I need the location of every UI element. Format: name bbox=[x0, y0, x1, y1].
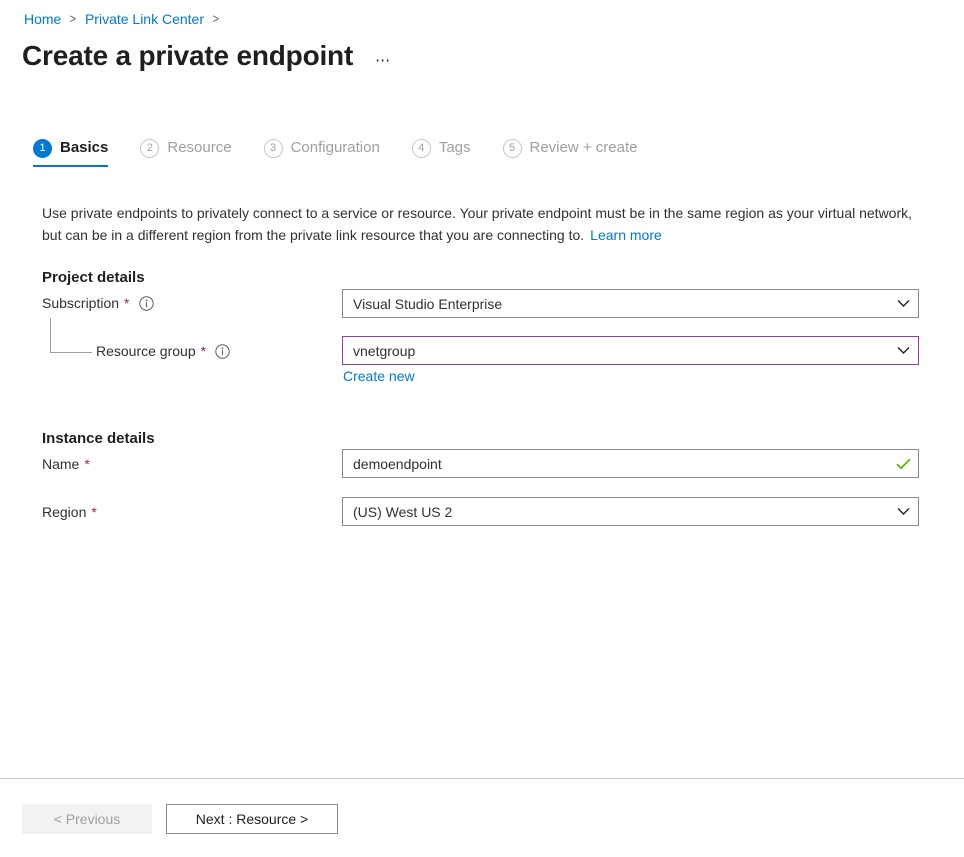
tab-basics[interactable]: 1 Basics bbox=[33, 138, 108, 167]
footer-buttons: < Previous Next : Resource > bbox=[22, 804, 352, 834]
required-marker: * bbox=[124, 296, 129, 310]
tab-configuration[interactable]: 3 Configuration bbox=[264, 138, 380, 167]
tab-tags[interactable]: 4 Tags bbox=[412, 138, 471, 167]
tab-resource[interactable]: 2 Resource bbox=[140, 138, 231, 167]
required-marker: * bbox=[84, 457, 89, 471]
next-resource-button[interactable]: Next : Resource > bbox=[166, 804, 338, 834]
tab-label: Review + create bbox=[530, 138, 638, 158]
footer-divider bbox=[0, 778, 964, 779]
breadcrumb-item-private-link-center[interactable]: Private Link Center bbox=[85, 8, 204, 30]
description-text: Use private endpoints to privately conne… bbox=[42, 205, 912, 243]
region-label-text: Region bbox=[42, 502, 86, 522]
subscription-value: Visual Studio Enterprise bbox=[343, 295, 888, 313]
tab-label: Resource bbox=[167, 138, 231, 158]
region-label: Region * bbox=[42, 502, 97, 522]
name-label: Name * bbox=[42, 454, 90, 474]
tab-label: Configuration bbox=[291, 138, 380, 158]
subscription-label: Subscription * bbox=[42, 293, 154, 313]
breadcrumb-separator-icon: > bbox=[213, 8, 219, 30]
resource-group-dropdown[interactable]: vnetgroup bbox=[342, 336, 919, 365]
previous-button[interactable]: < Previous bbox=[22, 804, 152, 834]
chevron-down-icon[interactable] bbox=[888, 498, 918, 525]
info-icon[interactable] bbox=[215, 344, 230, 359]
project-details-heading: Project details bbox=[42, 268, 145, 288]
subscription-label-text: Subscription bbox=[42, 293, 119, 313]
required-marker: * bbox=[201, 344, 206, 358]
learn-more-link[interactable]: Learn more bbox=[590, 227, 662, 243]
tab-label: Tags bbox=[439, 138, 471, 158]
name-input[interactable]: demoendpoint bbox=[342, 449, 919, 478]
create-new-resource-group-link[interactable]: Create new bbox=[343, 367, 415, 385]
tab-number-badge: 4 bbox=[412, 139, 431, 158]
page-description: Use private endpoints to privately conne… bbox=[42, 202, 917, 246]
resource-group-value: vnetgroup bbox=[343, 342, 888, 360]
info-icon[interactable] bbox=[139, 296, 154, 311]
tab-number-badge: 1 bbox=[33, 139, 52, 158]
chevron-down-icon[interactable] bbox=[888, 290, 918, 317]
subscription-dropdown[interactable]: Visual Studio Enterprise bbox=[342, 289, 919, 318]
title-row: Create a private endpoint ⋯ bbox=[22, 38, 393, 74]
tab-number-badge: 5 bbox=[503, 139, 522, 158]
resource-group-label-text: Resource group bbox=[96, 341, 196, 361]
resource-group-tree-connector bbox=[50, 318, 92, 353]
tab-number-badge: 3 bbox=[264, 139, 283, 158]
create-private-endpoint-page: Home > Private Link Center > Create a pr… bbox=[0, 0, 964, 857]
breadcrumb-separator-icon: > bbox=[70, 8, 76, 30]
chevron-down-icon[interactable] bbox=[888, 337, 918, 364]
tab-review-create[interactable]: 5 Review + create bbox=[503, 138, 638, 167]
valid-checkmark-icon bbox=[888, 450, 918, 477]
breadcrumb: Home > Private Link Center > bbox=[24, 8, 228, 30]
wizard-tabs: 1 Basics 2 Resource 3 Configuration 4 Ta… bbox=[33, 138, 669, 167]
tab-label: Basics bbox=[60, 138, 108, 158]
region-dropdown[interactable]: (US) West US 2 bbox=[342, 497, 919, 526]
required-marker: * bbox=[91, 505, 96, 519]
resource-group-label: Resource group * bbox=[96, 341, 230, 361]
region-value: (US) West US 2 bbox=[343, 503, 888, 521]
tab-number-badge: 2 bbox=[140, 139, 159, 158]
more-options-icon[interactable]: ⋯ bbox=[375, 56, 393, 66]
name-label-text: Name bbox=[42, 454, 79, 474]
name-value: demoendpoint bbox=[343, 455, 888, 473]
page-title: Create a private endpoint bbox=[22, 38, 353, 74]
breadcrumb-item-home[interactable]: Home bbox=[24, 8, 61, 30]
instance-details-heading: Instance details bbox=[42, 429, 155, 449]
